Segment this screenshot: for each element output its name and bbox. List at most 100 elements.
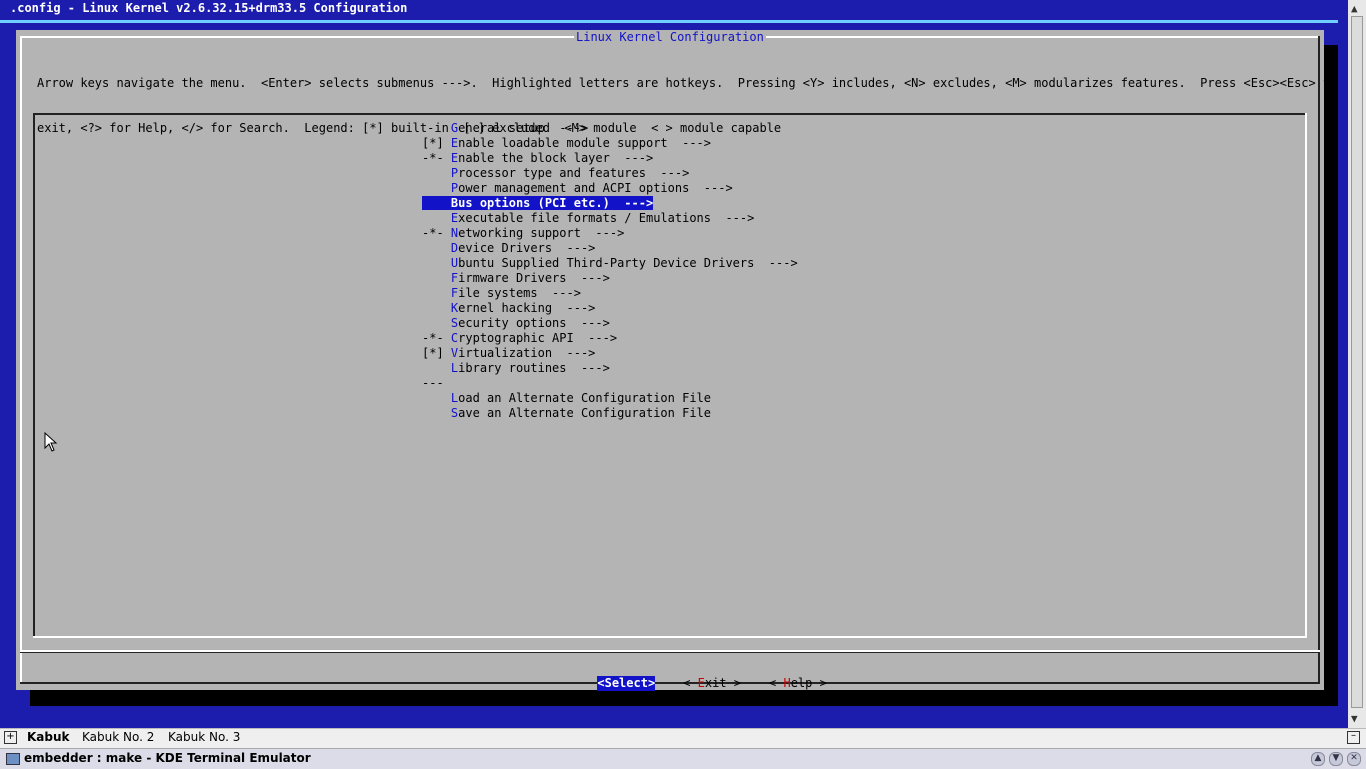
- menu-item-state: [422, 241, 451, 255]
- menu-item-state: [422, 121, 451, 135]
- menu-box-border: [33, 636, 1307, 638]
- menu-item-state: [*]: [422, 346, 451, 360]
- menu-item-text: ave an Alternate Configuration File: [458, 406, 712, 420]
- menu-item[interactable]: Kernel hacking --->: [422, 301, 798, 316]
- tab-kabuk-2[interactable]: Kabuk No. 2: [82, 730, 154, 744]
- window-title[interactable]: embedder : make - KDE Terminal Emulator: [24, 751, 311, 765]
- menu-item-state: [422, 196, 451, 210]
- menu-item-label: Power management and ACPI options --->: [451, 181, 733, 195]
- menu-item-state: [422, 271, 451, 285]
- menu-item[interactable]: Processor type and features --->: [422, 166, 798, 181]
- scrollbar-thumb[interactable]: [1351, 16, 1363, 708]
- menu-list: General setup ---> [*] Enable loadable mo…: [422, 121, 798, 421]
- menu-item-text: xecutable file formats / Emulations --->: [458, 211, 755, 225]
- menu-item-label: Enable the block layer --->: [451, 151, 653, 165]
- menu-item[interactable]: Library routines --->: [422, 361, 798, 376]
- button-hotkey: H: [783, 676, 791, 690]
- menu-item[interactable]: -*- Enable the block layer --->: [422, 151, 798, 166]
- title-rule: [0, 20, 1338, 23]
- menu-item-text: oad an Alternate Configuration File: [458, 391, 712, 405]
- button-hotkey: S: [604, 676, 612, 690]
- new-tab-icon[interactable]: +: [4, 731, 17, 744]
- scroll-down-icon[interactable]: ▼: [1351, 712, 1358, 725]
- minimize-icon[interactable]: ▼: [1329, 752, 1343, 766]
- menu-item-state: [*]: [422, 136, 451, 150]
- menu-item-state: [422, 361, 451, 375]
- menu-item[interactable]: Save an Alternate Configuration File: [422, 406, 798, 421]
- menu-item[interactable]: Security options --->: [422, 316, 798, 331]
- terminal-scrollbar[interactable]: ▲ ▼: [1348, 0, 1366, 728]
- menu-item[interactable]: Load an Alternate Configuration File: [422, 391, 798, 406]
- menu-box-border: [33, 113, 35, 638]
- exit-button[interactable]: < Exit >: [683, 676, 741, 691]
- button-bracket: >: [726, 676, 742, 690]
- menu-item[interactable]: Device Drivers --->: [422, 241, 798, 256]
- menu-item-text: eneral setup --->: [458, 121, 589, 135]
- terminal-app-icon: [6, 753, 20, 765]
- config-dialog: Linux Kernel Configuration Arrow keys na…: [16, 30, 1337, 691]
- menu-item-label: File systems --->: [451, 286, 581, 300]
- scroll-up-icon[interactable]: ▲: [1351, 2, 1358, 15]
- help-button[interactable]: < Help >: [769, 676, 827, 691]
- dialog-title-text: Linux Kernel Configuration: [576, 30, 764, 44]
- menu-item-text: ile systems --->: [458, 286, 581, 300]
- menu-item[interactable]: Executable file formats / Emulations ---…: [422, 211, 798, 226]
- menu-item-state: [422, 301, 451, 315]
- menu-item[interactable]: [*] Virtualization --->: [422, 346, 798, 361]
- button-bracket: <: [683, 676, 698, 690]
- menu-item-label: Enable loadable module support --->: [451, 136, 711, 150]
- menu-item-text: evice Drivers --->: [458, 241, 596, 255]
- close-window-icon[interactable]: ✕: [1347, 752, 1361, 766]
- menu-item-text: ryptographic API --->: [458, 331, 618, 345]
- menu-item-text: nable the block layer --->: [458, 151, 654, 165]
- select-button[interactable]: <Select>: [597, 676, 656, 691]
- menu-item-label: Kernel hacking --->: [451, 301, 596, 315]
- menu-item[interactable]: Firmware Drivers --->: [422, 271, 798, 286]
- button-separator-shadow: [20, 652, 1320, 653]
- menu-item-label: Load an Alternate Configuration File: [451, 391, 711, 405]
- menu-item-label: Ubuntu Supplied Third-Party Device Drive…: [451, 256, 798, 270]
- menu-item[interactable]: General setup --->: [422, 121, 798, 136]
- keep-above-icon[interactable]: ▲: [1311, 752, 1325, 766]
- tab-kabuk[interactable]: Kabuk: [27, 730, 70, 744]
- menu-item-state: -*-: [422, 151, 451, 165]
- menu-item-text: ecurity options --->: [458, 316, 610, 330]
- dialog-title: Linux Kernel Configuration: [574, 30, 766, 45]
- mouse-pointer-icon: [44, 432, 58, 452]
- taskbar: embedder : make - KDE Terminal Emulator …: [0, 748, 1366, 769]
- button-label: elp: [790, 676, 813, 690]
- button-hotkey: E: [697, 676, 705, 690]
- menu-item-state: [422, 406, 451, 420]
- menu-box-border: [1305, 113, 1307, 638]
- menu-item-text: irtualization --->: [458, 346, 596, 360]
- menu-item-text: etworking support --->: [458, 226, 625, 240]
- menu-item-label: Executable file formats / Emulations ---…: [451, 211, 754, 225]
- menu-item-state: [422, 316, 451, 330]
- menu-item-state: ---: [422, 376, 451, 390]
- menu-item-text: rocessor type and features --->: [458, 166, 690, 180]
- menu-item[interactable]: [*] Enable loadable module support --->: [422, 136, 798, 151]
- instructions-line: Arrow keys navigate the menu. <Enter> se…: [37, 76, 1338, 90]
- menu-item-label: General setup --->: [451, 121, 588, 135]
- menu-item[interactable]: ---: [422, 376, 798, 391]
- menu-item-text: buntu Supplied Third-Party Device Driver…: [458, 256, 798, 270]
- menu-item-label: Virtualization --->: [451, 346, 596, 360]
- menu-item[interactable]: Ubuntu Supplied Third-Party Device Drive…: [422, 256, 798, 271]
- menu-item[interactable]: -*- Cryptographic API --->: [422, 331, 798, 346]
- menu-item-text: irmware Drivers --->: [458, 271, 610, 285]
- menu-item[interactable]: Bus options (PCI etc.) --->: [422, 196, 798, 211]
- tab-kabuk-3[interactable]: Kabuk No. 3: [168, 730, 240, 744]
- menu-item[interactable]: Power management and ACPI options --->: [422, 181, 798, 196]
- button-row: <Select> < Exit > < Help >: [554, 661, 855, 706]
- menu-item-label: Security options --->: [451, 316, 610, 330]
- menu-item[interactable]: -*- Networking support --->: [422, 226, 798, 241]
- menu-item-state: [422, 181, 451, 195]
- menu-item-text: ibrary routines --->: [458, 361, 610, 375]
- close-tab-icon[interactable]: –: [1347, 731, 1360, 744]
- button-bracket: <: [769, 676, 784, 690]
- menu-item[interactable]: File systems --->: [422, 286, 798, 301]
- menu-item-label: Processor type and features --->: [451, 166, 689, 180]
- button-bracket: >: [812, 676, 827, 690]
- menu-item-text: ower management and ACPI options --->: [458, 181, 733, 195]
- terminal-area[interactable]: .config - Linux Kernel v2.6.32.15+drm33.…: [0, 0, 1348, 728]
